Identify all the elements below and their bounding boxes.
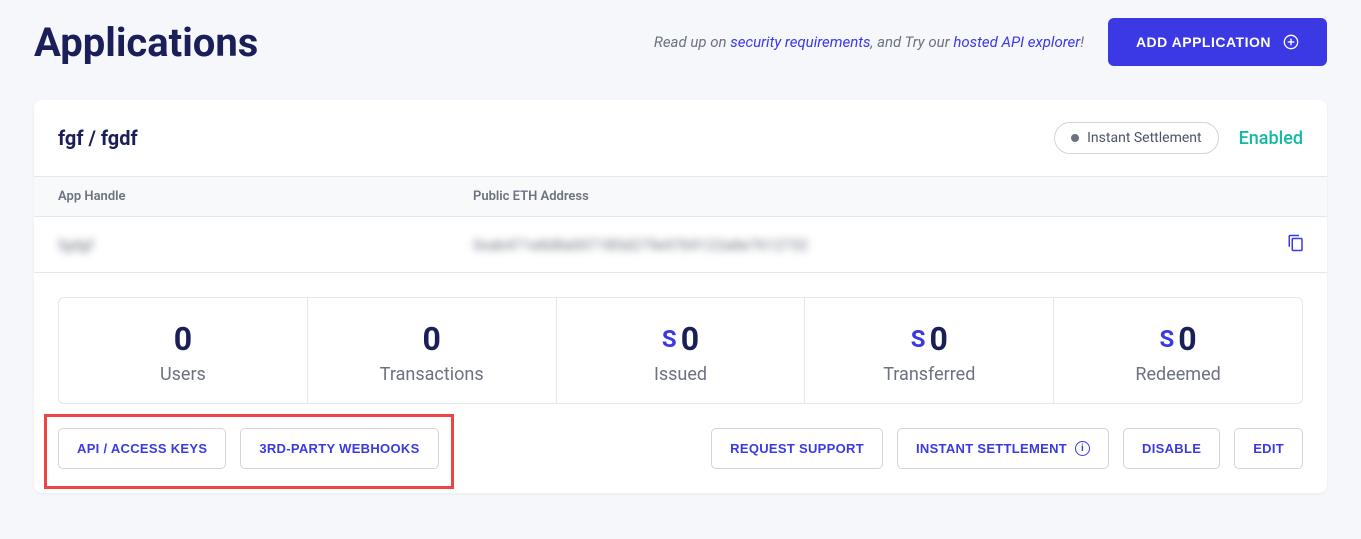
stat-transferred: S0 Transferred	[804, 297, 1054, 404]
header-help-text: Read up on security requirements, and Tr…	[654, 33, 1084, 51]
api-explorer-link[interactable]: hosted API explorer	[953, 33, 1080, 51]
pill-label: Instant Settlement	[1087, 130, 1201, 146]
actions-row: API / ACCESS KEYS 3RD-PARTY WEBHOOKS REQ…	[34, 428, 1327, 493]
stat-transferred-label: Transferred	[815, 364, 1043, 385]
stat-transactions: 0 Transactions	[307, 297, 557, 404]
stats-row: 0 Users 0 Transactions S0 Issued S0 Tran…	[34, 273, 1327, 428]
header-suffix: !	[1080, 33, 1084, 51]
instant-settlement-label: INSTANT SETTLEMENT	[916, 441, 1067, 456]
stat-issued-prefix: S	[662, 325, 677, 353]
app-name: fgf / fgdf	[58, 126, 138, 150]
stat-issued-value: 0	[681, 320, 699, 358]
header-readup-prefix: Read up on	[654, 33, 730, 51]
stat-users-value: 0	[174, 320, 192, 358]
stat-transferred-prefix: S	[911, 325, 926, 353]
stat-transferred-value: 0	[930, 320, 948, 358]
info-icon: i	[1075, 441, 1090, 456]
table-row: fgdgf 0xab471e8d8a0071B5d279e97b9122a8e7…	[34, 217, 1327, 273]
page-title: Applications	[34, 19, 258, 66]
header-tryout-mid: , and Try our	[871, 33, 954, 51]
edit-button[interactable]: EDIT	[1234, 428, 1303, 469]
stat-transactions-label: Transactions	[318, 364, 546, 385]
col-eth-address: Public ETH Address	[473, 189, 1303, 204]
stat-users-label: Users	[69, 364, 297, 385]
disable-button[interactable]: DISABLE	[1123, 428, 1220, 469]
eth-address-value: 0xab471e8d8a0071B5d279e97b9122a8e7612732	[473, 236, 808, 254]
application-card: fgf / fgdf Instant Settlement Enabled Ap…	[34, 100, 1327, 493]
add-application-button[interactable]: ADD APPLICATION	[1108, 18, 1327, 66]
table-header: App Handle Public ETH Address	[34, 177, 1327, 217]
stat-issued: S0 Issued	[556, 297, 806, 404]
stat-redeemed-value: 0	[1178, 320, 1196, 358]
stat-redeemed-label: Redeemed	[1064, 364, 1292, 385]
stat-redeemed: S0 Redeemed	[1053, 297, 1303, 404]
col-app-handle: App Handle	[58, 189, 473, 204]
security-requirements-link[interactable]: security requirements	[730, 33, 870, 51]
stat-transactions-value: 0	[423, 320, 441, 358]
stat-users: 0 Users	[58, 297, 308, 404]
stat-issued-label: Issued	[567, 364, 795, 385]
app-handle-value: fgdgf	[58, 236, 94, 254]
request-support-button[interactable]: REQUEST SUPPORT	[711, 428, 883, 469]
plus-circle-icon	[1283, 34, 1299, 50]
api-access-keys-button[interactable]: API / ACCESS KEYS	[58, 428, 226, 469]
status-dot-icon	[1071, 134, 1079, 142]
instant-settlement-pill[interactable]: Instant Settlement	[1054, 122, 1218, 154]
add-application-label: ADD APPLICATION	[1136, 34, 1271, 50]
status-badge: Enabled	[1239, 128, 1303, 149]
stat-redeemed-prefix: S	[1160, 325, 1175, 353]
webhooks-button[interactable]: 3RD-PARTY WEBHOOKS	[240, 428, 438, 469]
instant-settlement-button[interactable]: INSTANT SETTLEMENT i	[897, 428, 1109, 469]
copy-icon[interactable]	[1287, 234, 1305, 256]
